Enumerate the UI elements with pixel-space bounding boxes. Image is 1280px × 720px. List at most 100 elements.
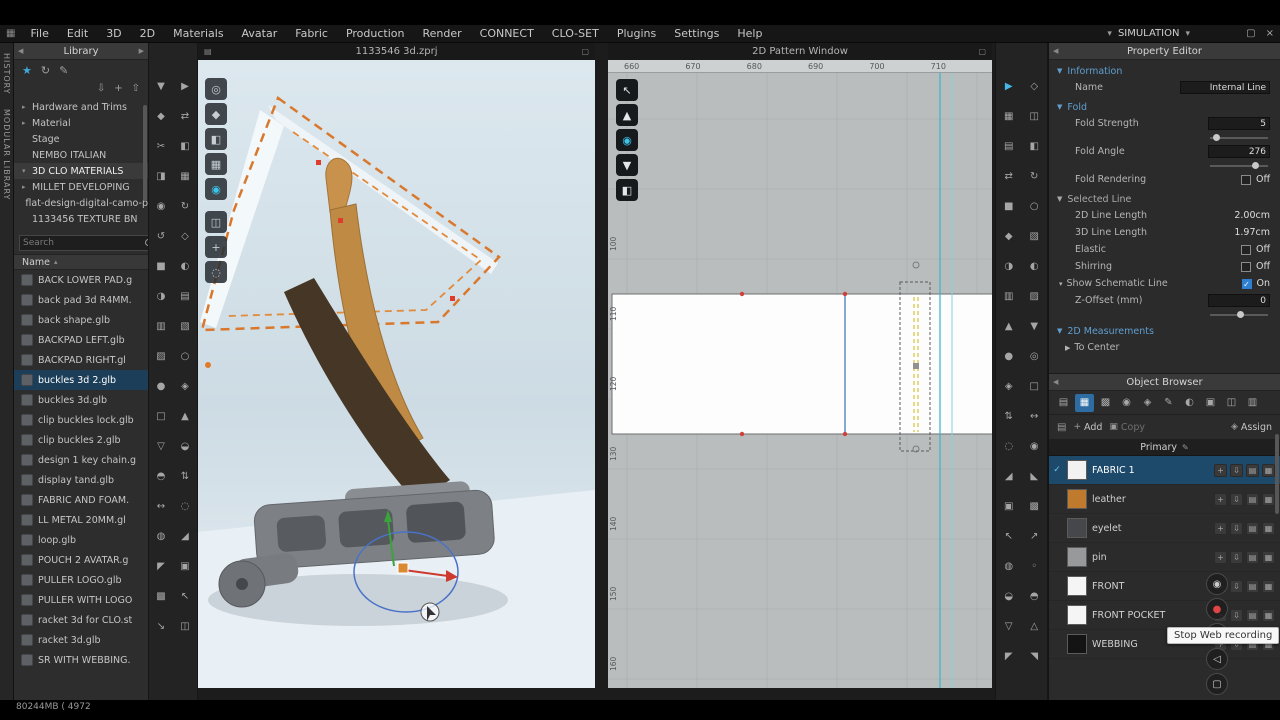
display-toggle-button[interactable]: ◫ [205,211,227,233]
material-detail-icon[interactable]: ▤ [1246,608,1259,622]
2d-tool-button[interactable]: ↖ [616,79,638,101]
2d-mode-tool-icon[interactable]: ◧ [1030,141,1039,152]
2d-mode-tool-icon[interactable]: ↔ [1030,411,1038,422]
2d-mode-tool-icon[interactable]: ◣ [1030,471,1038,482]
3d-tool-icon[interactable]: ◇ [181,231,189,242]
3d-tool-icon[interactable]: ▲ [181,411,189,422]
import-material-icon[interactable]: ⇩ [1230,579,1243,593]
schematic-checkbox[interactable]: ✓ [1241,278,1252,289]
menu-item[interactable]: 3D [97,27,130,40]
2d-mode-tool-icon[interactable]: ⇄ [1005,171,1013,182]
fold-angle-slider[interactable] [1210,161,1268,169]
import-material-icon[interactable]: ⇩ [1230,608,1243,622]
import-icon[interactable]: ⇩ [97,83,105,94]
2d-mode-tool-icon[interactable]: ◎ [1030,351,1039,362]
assign-button[interactable]: ◈ Assign [1231,422,1272,433]
fabric-swatch[interactable] [1067,634,1087,654]
2d-tool-button[interactable]: ◉ [616,129,638,151]
3d-tool-icon[interactable]: ◨ [156,171,165,182]
3d-tool-icon[interactable]: ▶ [181,81,189,92]
2d-mode-tool-icon[interactable]: ↖ [1005,531,1013,542]
object-browser-tab[interactable]: ◫ [1222,394,1241,412]
menu-item[interactable]: File [21,27,57,40]
menu-item[interactable]: Materials [164,27,232,40]
2d-mode-tool-icon[interactable]: ◍ [1004,561,1013,572]
3d-tool-icon[interactable]: ◌ [181,501,190,512]
2d-mode-tool-icon[interactable]: ◉ [1030,441,1039,452]
display-toggle-button[interactable]: ▦ [205,153,227,175]
viewport-titlebar[interactable]: ▤ 1133546 3d.zprj ▢ [198,43,595,60]
menu-item[interactable]: CONNECT [471,27,543,40]
library-tree-item[interactable]: ▾ 3D CLO MATERIALS [14,163,148,179]
material-detail-icon[interactable]: ▤ [1246,579,1259,593]
material-detail-icon[interactable]: ▤ [1246,463,1259,477]
material-grid-icon[interactable]: ▦ [1262,550,1275,564]
file-item[interactable]: BACK LOWER PAD.g [14,270,148,290]
fabric-swatch[interactable] [1067,576,1087,596]
panel-float-icon[interactable]: ▢ [978,47,986,56]
collapse-left-icon[interactable]: ◀ [18,47,23,55]
library-tree-item[interactable]: ▸ Hardware and Trims [14,99,148,115]
2d-mode-tool-icon[interactable]: ▩ [1030,501,1039,512]
import-material-icon[interactable]: ⇩ [1230,463,1243,477]
3d-tool-icon[interactable]: ◒ [181,441,190,452]
3d-tool-icon[interactable]: ◈ [181,381,189,392]
favorites-icon[interactable]: ★ [22,64,32,77]
display-toggle-button[interactable]: + [205,236,227,258]
3d-tool-icon[interactable]: ▼ [157,81,165,92]
material-grid-icon[interactable]: ▦ [1262,521,1275,535]
side-tab[interactable]: MODULAR LIBRARY [2,109,11,200]
3d-tool-icon[interactable]: ↺ [157,231,165,242]
3d-tool-icon[interactable]: ○ [181,351,190,362]
file-item[interactable]: clip buckles 2.glb [14,430,148,450]
simulation-control[interactable]: ▾ SIMULATION ▾ [1107,28,1190,39]
library-tree-item[interactable]: flat-design-digital-camo-p [14,195,148,211]
file-item[interactable]: buckles 3d 2.glb [14,370,148,390]
2d-mode-tool-icon[interactable]: ◈ [1005,381,1013,392]
display-toggle-button[interactable]: ◌ [205,261,227,283]
material-detail-icon[interactable]: ▤ [1246,492,1259,506]
name-input[interactable]: Internal Line [1180,81,1270,94]
2d-mode-tool-icon[interactable]: ◆ [1005,231,1013,242]
fabric-swatch[interactable] [1067,547,1087,567]
3d-tool-icon[interactable]: ✂ [157,141,165,152]
2d-mode-tool-icon[interactable]: ◒ [1004,591,1013,602]
file-item[interactable]: PULLER LOGO.glb [14,570,148,590]
material-grid-icon[interactable]: ▦ [1262,463,1275,477]
refresh-icon[interactable]: ↻ [41,64,50,77]
file-item[interactable]: SR WITH WEBBING. [14,650,148,670]
2d-mode-tool-icon[interactable]: ● [1004,351,1013,362]
object-browser-tab[interactable]: ◐ [1180,394,1199,412]
record-icon[interactable]: ● [1206,598,1228,620]
rename-icon[interactable]: ✎ [1182,443,1189,452]
2d-mode-tool-icon[interactable]: ▽ [1005,621,1013,632]
object-browser-tab[interactable]: ◉ [1117,394,1136,412]
3d-tool-icon[interactable]: ▩ [156,591,165,602]
file-item[interactable]: display tand.glb [14,470,148,490]
2d-tool-button[interactable]: ▼ [616,154,638,176]
edit-icon[interactable]: ✎ [59,64,68,77]
menu-item[interactable]: Fabric [286,27,337,40]
2d-tool-button[interactable]: ▲ [616,104,638,126]
2d-mode-tool-icon[interactable]: ▨ [1030,291,1039,302]
file-item[interactable]: buckles 3d.glb [14,390,148,410]
library-tree-item[interactable]: Stage [14,131,148,147]
2d-mode-tool-icon[interactable]: ▶ [1005,81,1013,92]
3d-tool-icon[interactable]: ◐ [181,261,190,272]
2d-mode-tool-icon[interactable]: ▦ [1004,111,1013,122]
search-input[interactable] [23,237,143,248]
tree-expand-icon[interactable]: ▾ [22,167,32,175]
to-center-row[interactable]: ▶ To Center [1049,339,1280,356]
3d-tool-icon[interactable]: □ [156,411,165,422]
3d-tool-icon[interactable]: ◉ [157,201,166,212]
library-tree-item[interactable]: ▸ MILLET DEVELOPING [14,179,148,195]
object-browser-tab[interactable]: ▥ [1243,394,1262,412]
object-browser-tab[interactable]: ▩ [1096,394,1115,412]
3d-tool-icon[interactable]: ◢ [181,531,189,542]
fabric-swatch[interactable] [1067,489,1087,509]
library-tree-item[interactable]: 1133456 TEXTURE BN [14,211,148,227]
panel-menu-icon[interactable]: ▤ [204,47,212,56]
file-item[interactable]: FABRIC AND FOAM. [14,490,148,510]
add-colorway-icon[interactable]: + [1214,463,1227,477]
section-fold[interactable]: ▼ Fold [1049,99,1280,115]
